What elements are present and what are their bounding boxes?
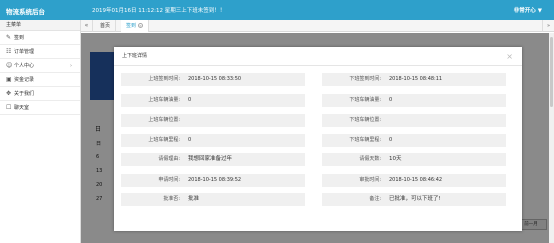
field-value: 我想回家准备过年 bbox=[188, 156, 233, 162]
sidebar: 主菜单 ✎ 签到 ☷ 订单管理 ☺ 个人中心 › ▣ 资金记录 ✥ 关于我们 ☐ 聊天室 bbox=[0, 20, 81, 243]
chevron-right-icon: › bbox=[70, 63, 72, 69]
modal-header: 上下班详情 × bbox=[114, 47, 522, 66]
field-remark: 备注: 已批准，可以下班了! bbox=[322, 193, 506, 206]
tab-scroll-left-button[interactable]: « bbox=[81, 20, 93, 32]
field-checkout-mileage: 下班车辆里程: 0 bbox=[322, 134, 506, 147]
scrollbar[interactable] bbox=[549, 33, 554, 243]
sidebar-header: 主菜单 bbox=[0, 20, 80, 31]
field-value: 0 bbox=[389, 97, 393, 103]
scrollbar-thumb[interactable] bbox=[550, 37, 553, 107]
tab-scroll-right-button[interactable]: » bbox=[542, 20, 554, 32]
chat-icon: ☐ bbox=[6, 104, 12, 111]
field-value: 0 bbox=[188, 97, 192, 103]
field-label: 下班车辆里程: bbox=[349, 137, 381, 143]
field-value: 0 bbox=[389, 137, 393, 143]
user-menu[interactable]: 非常开心 ▼ bbox=[514, 6, 542, 14]
detail-modal: 上下班详情 × 上班签到时间: 2018-10-15 08:33:50 下班签到… bbox=[114, 47, 522, 231]
field-checkin-fuel: 上班车辆油量: 0 bbox=[121, 94, 305, 107]
sidebar-item-label: 签到 bbox=[14, 35, 25, 41]
field-checkout-location: 下班车辆位置: bbox=[322, 114, 506, 127]
field-leave-days: 请假天数: 10天 bbox=[322, 153, 506, 166]
notice-marquee: 2019年01月16日 11:12:12 星期三上下班未签到！！ bbox=[92, 8, 226, 14]
modal-title: 上下班详情 bbox=[122, 53, 148, 59]
field-value: 已批准，可以下班了! bbox=[389, 196, 441, 202]
record-icon: ▣ bbox=[6, 76, 12, 83]
app-title: 物流系统后台 bbox=[6, 8, 45, 16]
field-checkout-fuel: 下班车辆油量: 0 bbox=[322, 94, 506, 107]
field-label: 下班车辆油量: bbox=[349, 97, 381, 103]
tab-label: 签到 bbox=[126, 23, 137, 29]
field-value: 2018-10-15 08:46:42 bbox=[389, 177, 443, 183]
close-icon[interactable]: × bbox=[138, 23, 144, 28]
field-label: 上班车辆位置: bbox=[148, 117, 180, 123]
sidebar-item-label: 资金记录 bbox=[14, 77, 35, 83]
field-value: 2018-10-15 08:48:11 bbox=[389, 76, 443, 82]
field-apply-time: 申请时间: 2018-10-15 08:39:52 bbox=[121, 174, 305, 187]
sidebar-item-funds[interactable]: ▣ 资金记录 bbox=[0, 73, 80, 87]
sidebar-item-orders[interactable]: ☷ 订单管理 bbox=[0, 45, 80, 59]
sidebar-item-label: 个人中心 bbox=[14, 63, 35, 69]
field-checkin-time: 上班签到时间: 2018-10-15 08:33:50 bbox=[121, 73, 305, 86]
chevron-down-icon[interactable]: ▼ bbox=[538, 8, 542, 14]
field-checkout-time: 下班签到时间: 2018-10-15 08:48:11 bbox=[322, 73, 506, 86]
field-label: 申请时间: bbox=[158, 177, 180, 183]
field-label: 下班车辆位置: bbox=[349, 117, 381, 123]
field-label: 请假理由: bbox=[158, 156, 180, 162]
field-label: 上班签到时间: bbox=[148, 76, 180, 82]
sidebar-item-about[interactable]: ✥ 关于我们 bbox=[0, 87, 80, 101]
field-label: 上班车辆里程: bbox=[148, 137, 180, 143]
field-approved: 批准否: 批准 bbox=[121, 193, 305, 206]
sidebar-item-label: 订单管理 bbox=[14, 49, 35, 55]
field-checkin-mileage: 上班车辆里程: 0 bbox=[121, 134, 305, 147]
sidebar-item-checkin[interactable]: ✎ 签到 bbox=[0, 31, 80, 45]
field-value: 10天 bbox=[389, 156, 402, 162]
user-name[interactable]: 非常开心 bbox=[514, 8, 536, 14]
field-value: 2018-10-15 08:39:52 bbox=[188, 177, 242, 183]
tab-home[interactable]: 首页 bbox=[95, 20, 117, 32]
tab-checkin[interactable]: 签到 × bbox=[121, 20, 150, 32]
field-leave-reason: 请假理由: 我想回家准备过年 bbox=[121, 153, 305, 166]
tab-bar: « 首页 签到 × » bbox=[81, 20, 554, 32]
field-label: 备注: bbox=[369, 196, 381, 202]
field-value: 2018-10-15 08:33:50 bbox=[188, 76, 242, 82]
sidebar-item-chat[interactable]: ☐ 聊天室 bbox=[0, 101, 80, 115]
field-label: 审批时间: bbox=[359, 177, 381, 183]
field-label: 请假天数: bbox=[359, 156, 381, 162]
field-value: 0 bbox=[188, 137, 192, 143]
field-label: 批准否: bbox=[163, 196, 180, 202]
about-icon: ✥ bbox=[6, 90, 12, 97]
edit-icon: ✎ bbox=[6, 34, 12, 41]
close-icon[interactable]: × bbox=[506, 47, 513, 66]
top-bar: 物流系统后台 2019年01月16日 11:12:12 星期三上下班未签到！！ … bbox=[0, 0, 554, 20]
sidebar-item-label: 关于我们 bbox=[14, 91, 35, 97]
field-value: 批准 bbox=[188, 196, 200, 202]
sidebar-item-label: 聊天室 bbox=[14, 105, 30, 111]
field-label: 上班车辆油量: bbox=[148, 97, 180, 103]
field-checkin-location: 上班车辆位置: bbox=[121, 114, 305, 127]
order-icon: ☷ bbox=[6, 48, 12, 55]
field-approve-time: 审批时间: 2018-10-15 08:46:42 bbox=[322, 174, 506, 187]
user-icon: ☺ bbox=[6, 62, 13, 69]
sidebar-item-profile[interactable]: ☺ 个人中心 › bbox=[0, 59, 80, 73]
field-label: 下班签到时间: bbox=[349, 76, 381, 82]
